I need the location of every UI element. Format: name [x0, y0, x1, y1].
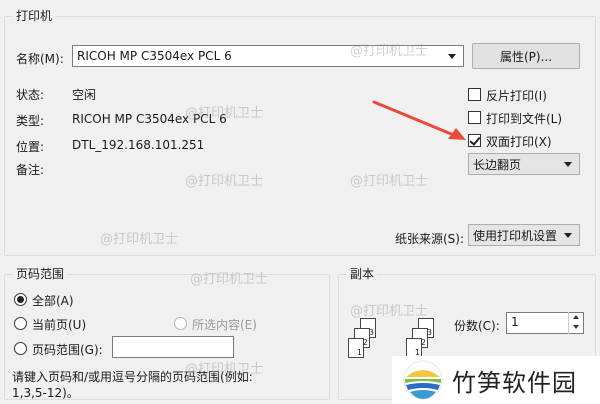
type-value: RICOH MP C3504ex PCL 6	[72, 112, 227, 126]
spin-up-icon[interactable]	[569, 312, 583, 322]
copies-value: 1	[511, 315, 519, 329]
type-label: 类型:	[16, 114, 45, 128]
chevron-down-icon	[564, 162, 572, 167]
name-label: 名称(M):	[16, 52, 64, 66]
duplex-mode-value: 长边翻页	[473, 157, 522, 172]
current-page-radio[interactable]	[14, 317, 27, 330]
status-value: 空闲	[72, 88, 97, 102]
reverse-print-label[interactable]: 反片打印(I)	[486, 87, 547, 104]
all-pages-label[interactable]: 全部(A)	[32, 292, 74, 309]
page-range-label[interactable]: 页码范围(G):	[32, 341, 103, 358]
paper-source-value: 使用打印机设置	[473, 228, 558, 243]
printer-group-title: 打印机	[13, 9, 56, 23]
page-range-radio[interactable]	[14, 342, 27, 355]
status-label: 状态:	[16, 88, 45, 102]
collate-pages-icon: 3 2 1	[346, 318, 386, 362]
location-label: 位置:	[16, 140, 45, 154]
selection-radio[interactable]	[174, 317, 187, 330]
annotation-arrow-icon	[372, 100, 466, 140]
properties-button-label: 属性(P)...	[499, 49, 553, 64]
brand-logo-icon	[403, 360, 443, 400]
paper-source-dropdown[interactable]: 使用打印机设置	[468, 224, 580, 246]
brand-badge: 竹笋软件园	[392, 356, 600, 404]
copies-label: 份数(C):	[454, 319, 500, 333]
page-1: 1	[406, 338, 422, 358]
duplex-mode-dropdown[interactable]: 长边翻页	[468, 153, 580, 175]
printer-name-value: RICOH MP C3504ex PCL 6	[77, 49, 232, 63]
all-pages-radio[interactable]	[14, 293, 27, 306]
chevron-down-icon	[448, 54, 456, 59]
page-range-hint: 请键入页码和/或用逗号分隔的页码范围(例如:	[12, 370, 253, 384]
properties-button[interactable]: 属性(P)...	[472, 43, 580, 69]
print-to-file-label[interactable]: 打印到文件(L)	[486, 110, 562, 127]
selection-label[interactable]: 所选内容(E)	[192, 316, 257, 333]
duplex-print-label[interactable]: 双面打印(X)	[486, 133, 552, 150]
spin-down-icon[interactable]	[569, 322, 583, 332]
chevron-down-icon	[564, 233, 572, 238]
printer-name-dropdown[interactable]: RICOH MP C3504ex PCL 6	[72, 45, 464, 67]
page-range-hint-example: 1,3,5-12)。	[12, 386, 79, 400]
brand-name: 竹笋软件园	[452, 368, 577, 397]
copies-group-title: 副本	[347, 267, 378, 281]
page-1: 1	[348, 338, 364, 358]
copies-spinner[interactable]	[568, 312, 583, 334]
comment-label: 备注:	[16, 163, 45, 177]
current-page-label[interactable]: 当前页(U)	[32, 316, 86, 333]
page-range-input[interactable]	[112, 336, 234, 358]
paper-source-label: 纸张来源(S):	[395, 232, 465, 246]
page-range-group-title: 页码范围	[13, 267, 68, 281]
location-value: DTL_192.168.101.251	[72, 138, 205, 152]
